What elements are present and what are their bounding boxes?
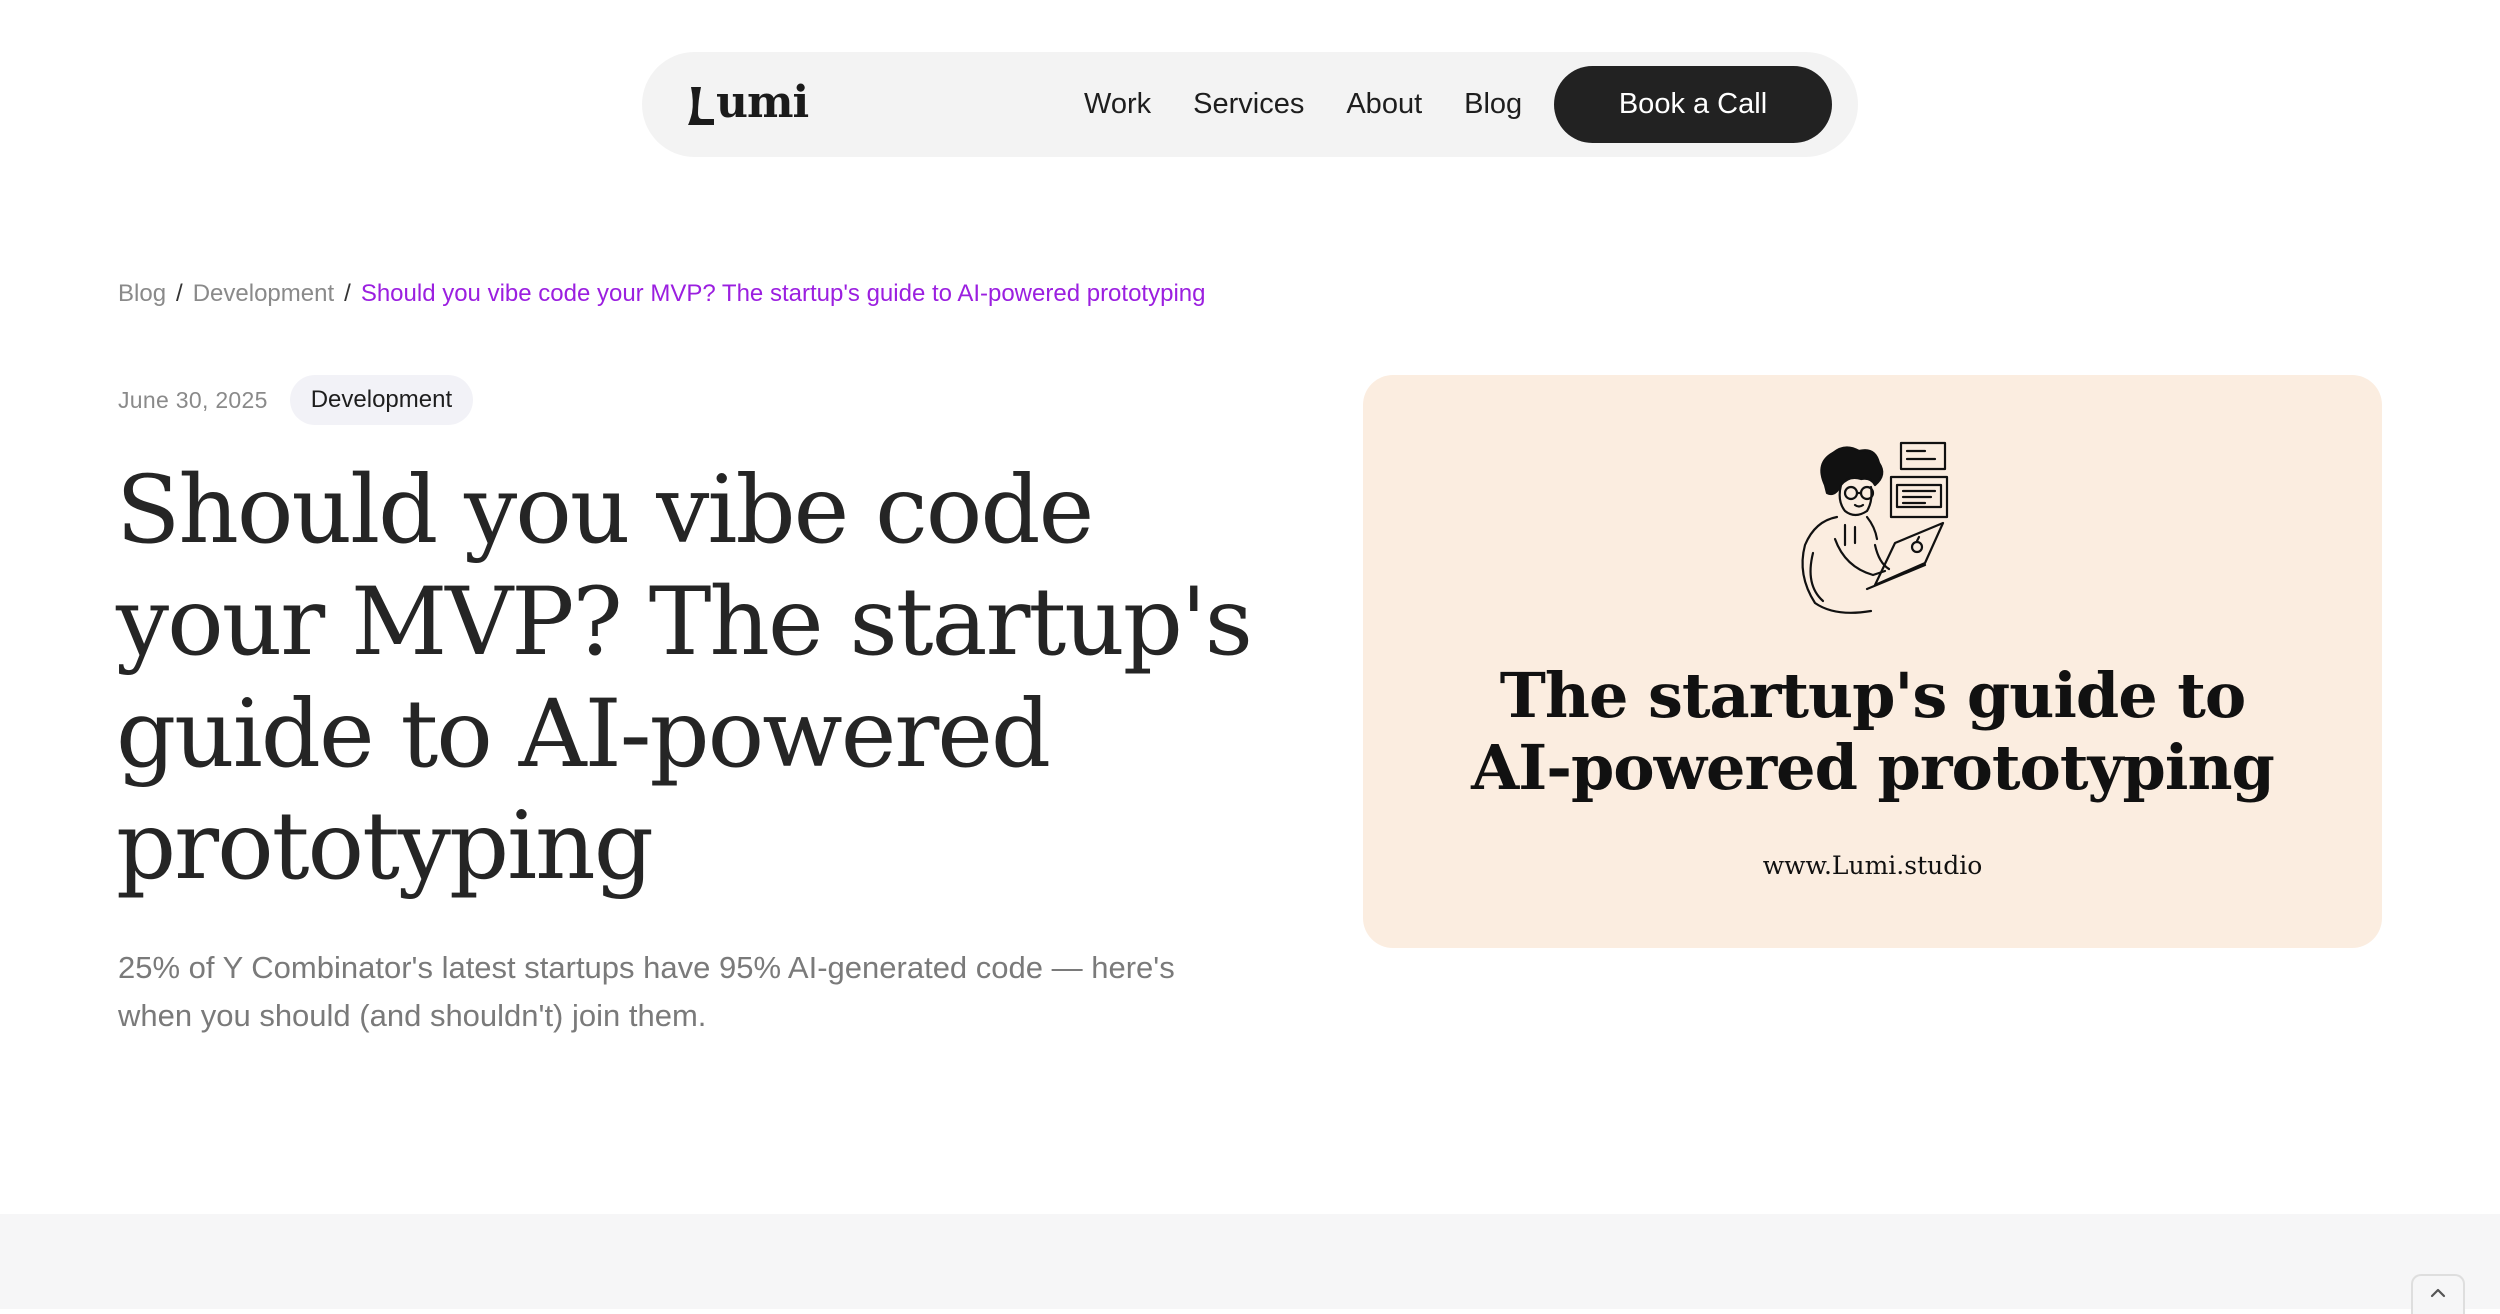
breadcrumb-separator: /	[344, 280, 351, 307]
publish-date: June 30, 2025	[118, 386, 268, 413]
nav-link-work[interactable]: Work	[1084, 88, 1151, 121]
person-on-laptop-icon	[1775, 435, 1975, 625]
article-subtitle: 25% of Y Combinator's latest startups ha…	[118, 950, 1175, 1033]
hero-image-card: The startup's guide to AI-powered protot…	[1363, 375, 2382, 948]
hero-title-line-1: The startup's guide to	[1499, 659, 2247, 732]
category-tag[interactable]: Development	[289, 375, 474, 425]
nav-link-services[interactable]: Services	[1193, 88, 1304, 121]
top-nav: umi Work Services About Blog Book a Call	[642, 52, 1858, 157]
breadcrumb: Blog / Development / Should you vibe cod…	[118, 280, 1205, 308]
breadcrumb-development[interactable]: Development	[193, 280, 334, 308]
hero-title-line-2: AI-powered prototyping	[1471, 731, 2275, 804]
breadcrumb-separator: /	[176, 280, 183, 307]
content-section-band	[0, 1214, 2500, 1309]
nav-link-about[interactable]: About	[1346, 88, 1422, 121]
hero-url: www.Lumi.studio	[1762, 851, 1983, 880]
breadcrumb-current: Should you vibe code your MVP? The start…	[360, 280, 1206, 307]
hero-title: The startup's guide to AI-powered protot…	[1363, 660, 2382, 804]
logo-mark-icon	[688, 87, 714, 125]
book-a-call-button[interactable]: Book a Call	[1554, 66, 1832, 143]
lumi-logo[interactable]: umi	[688, 76, 809, 128]
article-meta: June 30, 2025 Development	[118, 375, 474, 425]
breadcrumb-blog[interactable]: Blog	[118, 280, 166, 308]
nav-link-blog[interactable]: Blog	[1464, 88, 1522, 121]
logo-text: umi	[716, 77, 809, 128]
chevron-up-icon	[2429, 1286, 2447, 1304]
scroll-to-top-button[interactable]	[2411, 1274, 2465, 1314]
article-title: Should you vibe code your MVP? The start…	[116, 456, 1253, 901]
nav-links: Work Services About Blog	[1084, 52, 1564, 157]
